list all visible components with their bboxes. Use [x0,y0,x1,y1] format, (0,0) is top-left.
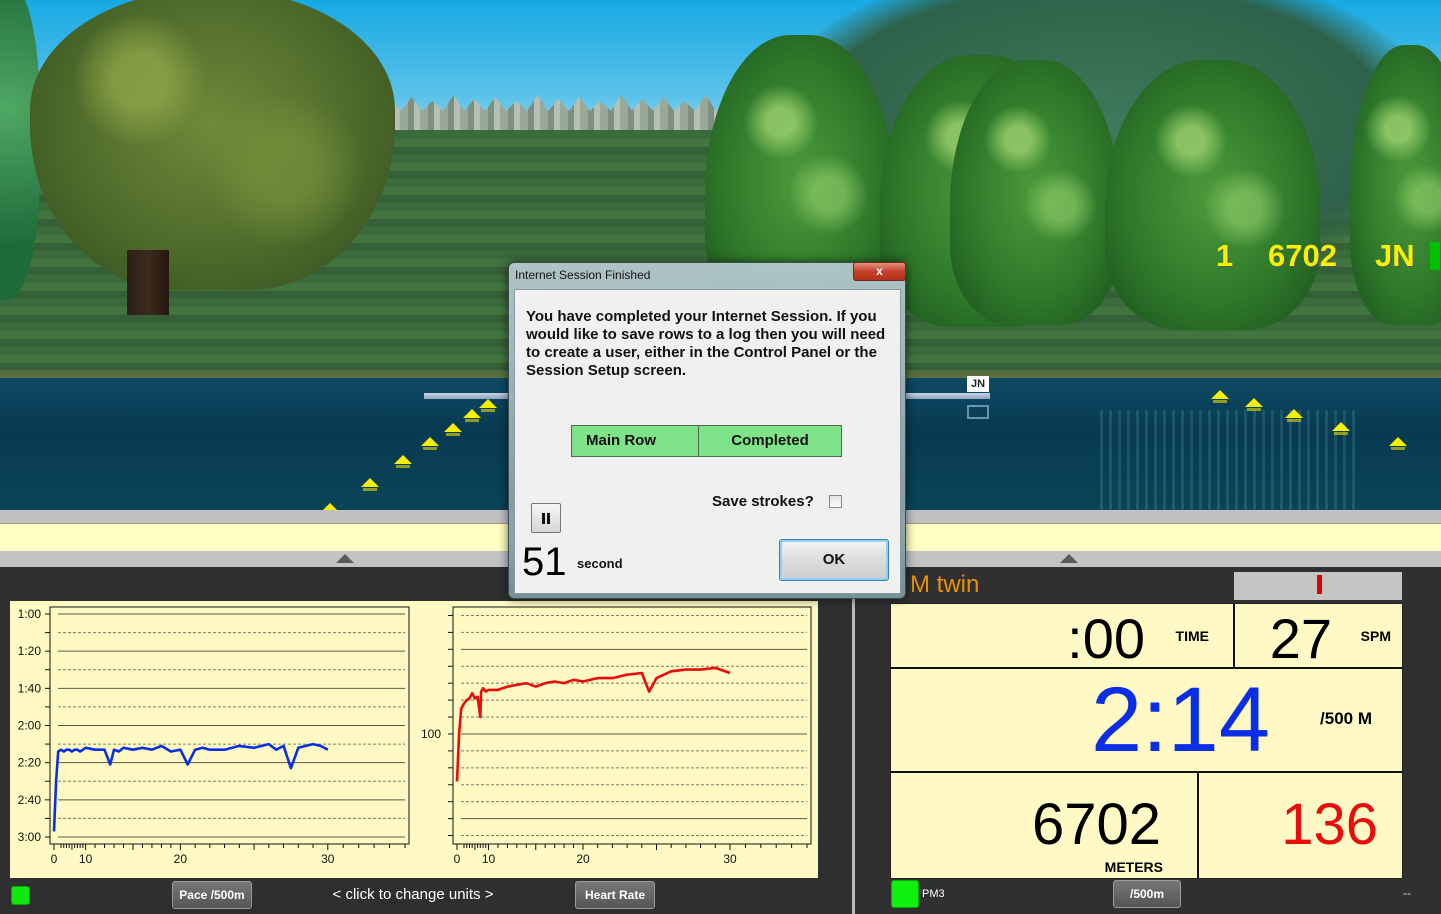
session-status-row: Main Row Completed [571,425,842,457]
spm-cell: 27 SPM [1235,604,1402,670]
racer-initials: JN [1375,238,1415,273]
monitor-display: :00 TIME 27 SPM 2:14 /500 M 6702 METERS … [890,603,1403,879]
buoy-icon [1211,390,1229,403]
pace-chart-xtick-label: 30 [321,852,335,866]
race-position: 1 [1216,238,1234,273]
pace-chart-ytick-label: 1:40 [18,681,42,695]
buoy-icon [321,503,339,510]
water-reflection [1100,410,1360,510]
close-icon: x [876,264,883,278]
dialog-close-button[interactable]: x [853,262,906,281]
save-strokes-label: Save strokes? [712,493,814,510]
session-name: Main Row [572,426,699,456]
expand-right-panel-arrow-icon[interactable] [1060,554,1078,563]
expand-left-panel-arrow-icon[interactable] [336,554,354,563]
panel-divider[interactable] [852,567,855,914]
pace-label: /500 M [1320,709,1372,728]
connection-status-indicator [11,886,30,905]
spm-label: SPM [1360,628,1391,644]
race-distance: 6702 [1268,238,1337,273]
race-standings: 1 6702 JN [1216,238,1440,274]
buoy-icon [1389,437,1407,450]
monitor-units-button[interactable]: /500m [1113,880,1181,908]
meters-value: 6702 [1031,792,1161,857]
boat-tag: JN [967,376,989,392]
pace-chart-xtick-label: 20 [174,852,188,866]
large-oak-tree [30,0,395,290]
buoy-icon [1285,409,1303,422]
pm-connection-indicator [891,880,919,908]
pace-chart-ytick-label: 1:20 [18,644,42,658]
spm-value: 27 [1269,607,1332,670]
pace-chart-ytick-label: 1:00 [18,607,42,621]
buoy-icon [1245,398,1263,411]
buoy-icon [463,409,481,422]
monitor-name: M twin [910,571,980,598]
bush [950,60,1120,325]
buoy-icon [394,455,412,468]
dialog-body: You have completed your Internet Session… [514,289,901,594]
dialog-message: You have completed your Internet Session… [526,308,886,379]
pace-chart-ytick-label: 2:40 [18,793,42,807]
pace-cell: 2:14 /500 M [891,669,1402,773]
hr-chart-series-heart_rate [455,666,731,782]
pace-chart-ytick-label: 2:20 [18,756,42,770]
racer-color-marker [1430,242,1440,270]
meters-label: METERS [1104,859,1163,875]
pm-model-label: PM3 [922,888,945,900]
pace-chart-xtick-label: 0 [51,852,58,866]
hr-chart-xtick-label: 20 [576,852,590,866]
time-label: TIME [1175,628,1209,644]
pause-button[interactable] [531,503,561,533]
time-value: :00 [1067,607,1145,670]
hr-chart-xtick-label: 0 [454,852,461,866]
countdown-unit: second [577,556,623,571]
time-cell: :00 TIME [891,604,1235,670]
dialog-title: Internet Session Finished [515,268,651,282]
hr-chart-xtick-label: 10 [482,852,496,866]
rowing-boat [424,393,514,399]
buoy-icon [444,423,462,436]
buoy-icon [421,437,439,450]
boat-reflection [967,405,989,419]
charts-svg: 1:00 1:20 1:40 2:00 2:20 2:40 3:00 0 10 20 30 100 0 1… [18,606,812,866]
rowing-app: 1 6702 JN JN 1:00 1:20 1:40 2:00 2:20 2:40 3:0… [0,0,1441,914]
change-units-hint[interactable]: < click to change units > [300,886,526,903]
monitor-corner-text: -- [1403,886,1411,900]
tree-trunk [127,250,169,315]
heart-rate-cell: 136 [1199,773,1402,878]
heart-rate-button[interactable]: Heart Rate [575,881,655,909]
session-status: Completed [731,432,809,449]
pace-value: 2:14 [1090,669,1270,771]
hr-chart-ytick-label: 100 [421,727,441,741]
pace-chart-ytick-label: 3:00 [18,830,42,844]
pace-chart-ytick-label: 2:00 [18,719,42,733]
hr-chart-xtick-label: 30 [723,852,737,866]
pace-units-button[interactable]: Pace /500m [172,881,252,909]
buoy-icon [361,478,379,491]
ok-button[interactable]: OK [779,539,889,581]
force-indicator [1317,575,1322,594]
buoy-icon [1332,422,1350,435]
buoy-icon [479,399,497,412]
charts-area: 1:00 1:20 1:40 2:00 2:20 2:40 3:00 0 10 20 30 100 0 1… [10,601,818,878]
bush [1105,60,1320,330]
pace-chart-xtick-label: 10 [79,852,93,866]
hr-chart-frame [452,606,812,845]
countdown-value: 51 [522,540,567,584]
save-strokes-checkbox[interactable] [829,495,842,508]
heart-rate-value: 136 [1281,792,1378,857]
meters-cell: 6702 METERS [891,773,1199,878]
rowing-boat [905,393,990,399]
